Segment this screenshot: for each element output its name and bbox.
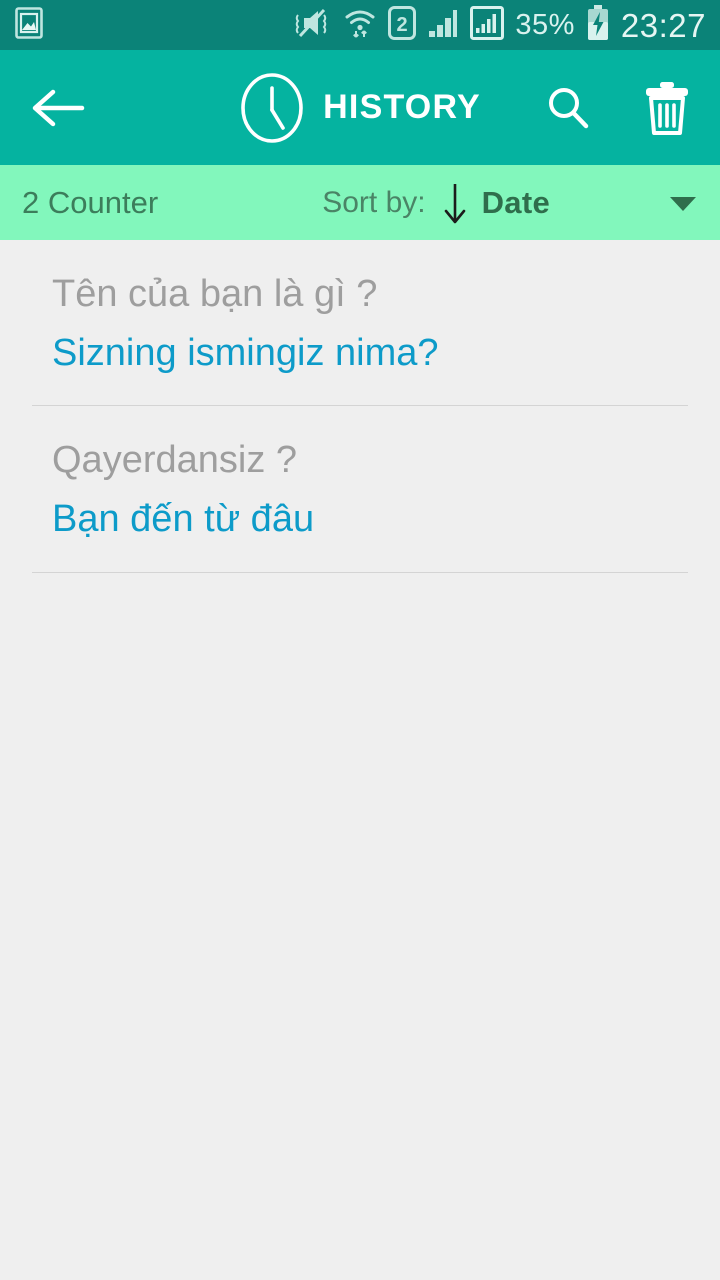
clock-icon	[241, 72, 303, 143]
search-icon	[549, 87, 589, 128]
action-bar-actions	[544, 80, 692, 136]
chevron-down-icon[interactable]	[668, 193, 698, 213]
status-bar-clock: 23:27	[620, 6, 706, 44]
history-item-source-text: Tên của bạn là gì ?	[52, 273, 378, 315]
history-list: Tên của bạn là gì ? Sizning ismingiz nim…	[0, 240, 720, 1280]
status-bar-notifications	[14, 6, 44, 45]
list-divider	[32, 571, 688, 573]
signal-bars-boxed-icon	[470, 5, 505, 45]
battery-percent-label: 35%	[515, 8, 575, 41]
page-title: HISTORY	[323, 88, 481, 126]
arrow-down-icon[interactable]	[442, 178, 468, 228]
battery-charging-icon	[586, 4, 610, 46]
signal-bars-icon	[427, 7, 459, 44]
status-bar: 2 35% 23:27	[0, 0, 720, 50]
back-arrow-icon	[32, 89, 85, 126]
wifi-transfer-icon	[343, 6, 377, 45]
trash-icon	[646, 81, 688, 135]
delete-history-button[interactable]	[642, 80, 692, 136]
action-bar: HISTORY	[0, 50, 720, 165]
search-button[interactable]	[544, 84, 592, 132]
history-item-target-text: Sizning ismingiz nima?	[52, 331, 439, 374]
sort-by-label: Sort by:	[322, 185, 426, 219]
back-button[interactable]	[28, 87, 86, 129]
sort-value-label[interactable]: Date	[482, 185, 550, 221]
status-bar-icons: 2 35% 23:27	[294, 4, 706, 46]
history-item[interactable]: Qayerdansiz ? Bạn đến từ đâu	[0, 406, 720, 543]
app-screen: 2 35% 23:27 HISTORY 2 Counter Sort by: D…	[0, 0, 720, 1280]
history-item-target-text: Bạn đến từ đâu	[52, 497, 315, 540]
svg-text:2: 2	[397, 14, 408, 36]
sim-badge-icon: 2	[388, 5, 417, 45]
gallery-icon	[14, 6, 44, 45]
sort-bar: 2 Counter Sort by: Date	[0, 165, 720, 240]
history-item-source-text: Qayerdansiz ?	[52, 439, 298, 482]
sort-control[interactable]: Sort by: Date	[322, 178, 698, 228]
mute-vibrate-icon	[294, 7, 332, 44]
history-item[interactable]: Tên của bạn là gì ? Sizning ismingiz nim…	[0, 240, 720, 377]
counter-label: 2 Counter	[22, 184, 159, 220]
